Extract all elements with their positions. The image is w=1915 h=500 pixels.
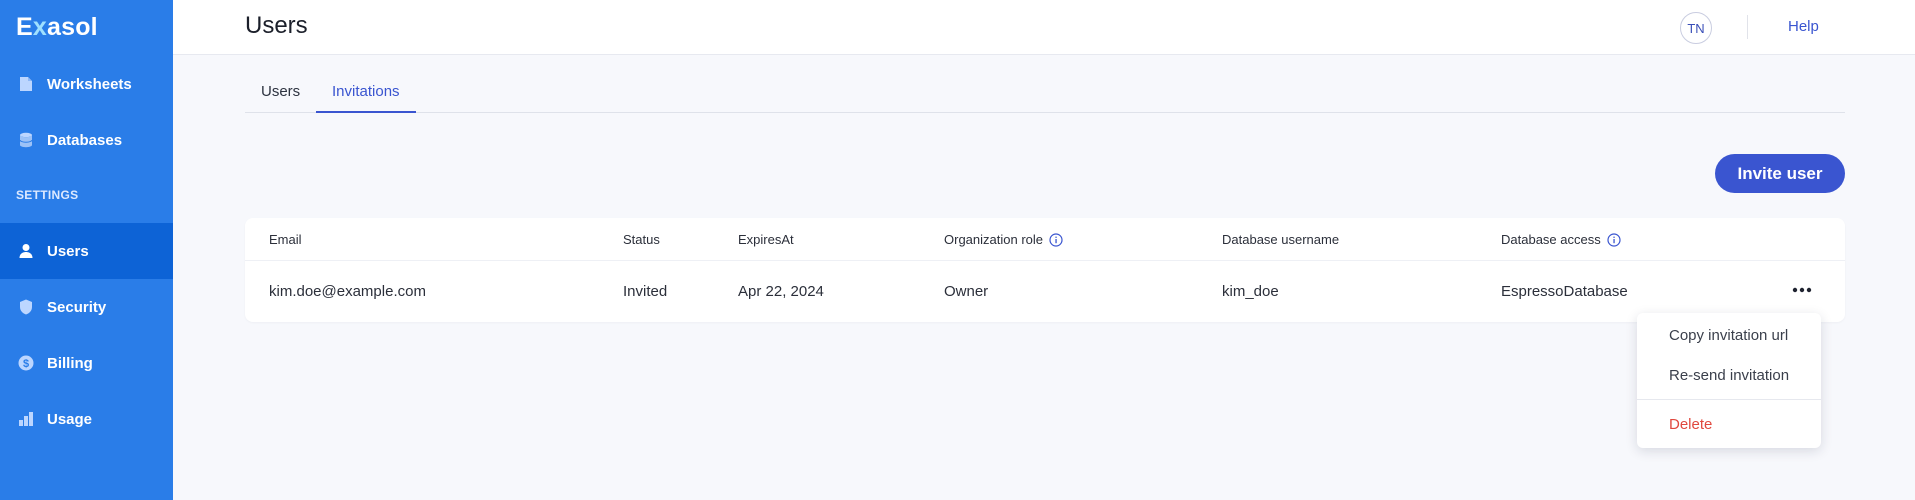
- column-header-expires-at: ExpiresAt: [738, 232, 794, 247]
- invitations-table: Email Status ExpiresAt Organization role…: [245, 218, 1845, 322]
- cell-organization-role: Owner: [944, 283, 989, 300]
- sidebar-item-label: Billing: [47, 354, 93, 372]
- sidebar-item-label: Worksheets: [47, 75, 132, 93]
- sidebar-item-billing[interactable]: $ Billing: [0, 335, 173, 391]
- page-title: Users: [245, 12, 308, 39]
- menu-item-copy-invitation-url[interactable]: Copy invitation url: [1637, 327, 1821, 344]
- sidebar-item-usage[interactable]: Usage: [0, 391, 173, 447]
- row-actions-menu: Copy invitation url Re-send invitation D…: [1637, 313, 1821, 448]
- cell-database-access: EspressoDatabase: [1501, 283, 1628, 300]
- menu-item-resend-invitation[interactable]: Re-send invitation: [1637, 367, 1821, 384]
- sidebar-item-label: Users: [47, 242, 89, 260]
- column-header-database-access: Database access: [1501, 232, 1621, 247]
- help-link[interactable]: Help: [1788, 18, 1819, 35]
- sidebar-item-label: Databases: [47, 131, 123, 149]
- invite-user-button[interactable]: Invite user: [1715, 154, 1845, 193]
- tab-invitations[interactable]: Invitations: [316, 72, 416, 113]
- cell-status: Invited: [623, 283, 668, 300]
- bar-chart-icon: [18, 411, 34, 427]
- sidebar-item-databases[interactable]: Databases: [0, 112, 173, 168]
- row-actions-button[interactable]: [1788, 280, 1816, 300]
- settings-section-label: SETTINGS: [16, 188, 79, 202]
- file-icon: [18, 76, 34, 92]
- header-divider: [245, 260, 1845, 261]
- top-header: Users TN Help: [173, 0, 1915, 55]
- shield-icon: [18, 299, 34, 315]
- column-header-database-username: Database username: [1222, 232, 1340, 247]
- column-header-organization-role: Organization role: [944, 232, 1063, 247]
- sidebar-item-security[interactable]: Security: [0, 279, 173, 335]
- avatar[interactable]: TN: [1680, 12, 1712, 44]
- tab-users[interactable]: Users: [245, 72, 316, 113]
- sidebar-item-label: Usage: [47, 410, 93, 428]
- sidebar-item-users[interactable]: Users: [0, 223, 173, 279]
- more-horizontal-icon: [1792, 287, 1812, 293]
- sidebar-item-worksheets[interactable]: Worksheets: [0, 56, 173, 112]
- database-icon: [18, 132, 34, 148]
- column-header-email: Email: [269, 232, 302, 247]
- user-icon: [18, 243, 34, 259]
- column-header-status: Status: [623, 232, 660, 247]
- tab-bar: Users Invitations: [245, 72, 1845, 113]
- cell-expires-at: Apr 22, 2024: [738, 283, 824, 300]
- header-divider: [1747, 15, 1748, 39]
- menu-divider: [1637, 399, 1821, 400]
- svg-text:$: $: [23, 358, 29, 370]
- info-icon[interactable]: [1049, 232, 1063, 247]
- cell-email: kim.doe@example.com: [269, 283, 426, 300]
- menu-item-delete[interactable]: Delete: [1637, 416, 1821, 433]
- exasol-logo[interactable]: Exasol: [16, 13, 98, 42]
- sidebar: Exasol Worksheets Databases SETTINGS Use…: [0, 0, 173, 500]
- sidebar-item-label: Security: [47, 298, 107, 316]
- info-icon[interactable]: [1607, 232, 1621, 247]
- cell-database-username: kim_doe: [1222, 283, 1279, 300]
- dollar-icon: $: [18, 355, 34, 371]
